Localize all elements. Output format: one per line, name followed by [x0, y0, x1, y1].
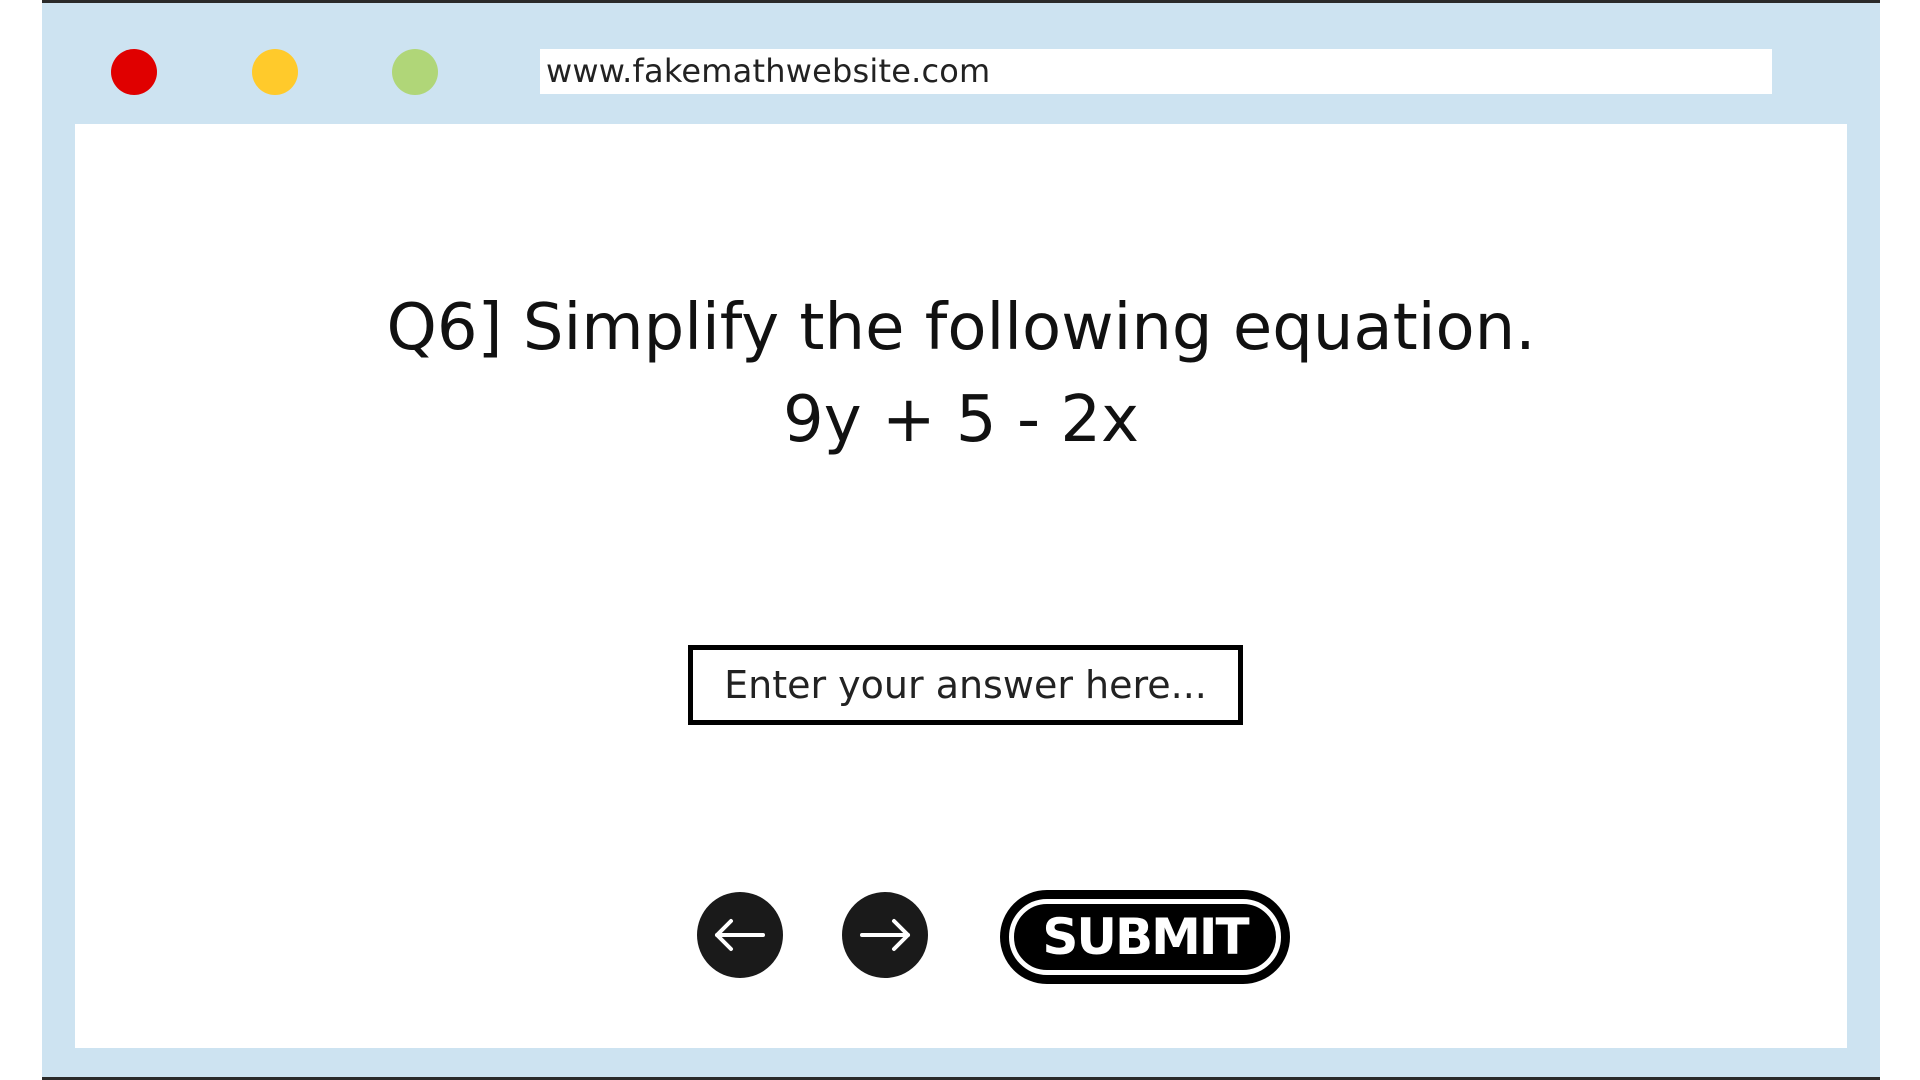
- maximize-dot-button[interactable]: [392, 49, 438, 95]
- question-title: Q6] Simplify the following equation.: [386, 291, 1536, 365]
- address-bar[interactable]: www.fakemathwebsite.com: [540, 49, 1772, 94]
- next-question-button[interactable]: [842, 892, 928, 978]
- question-expression: 9y + 5 - 2x: [783, 383, 1139, 457]
- question-block: Q6] Simplify the following equation. 9y …: [75, 282, 1847, 466]
- submit-button-label: SUBMIT: [1042, 908, 1249, 966]
- submit-button[interactable]: SUBMIT: [1000, 890, 1290, 984]
- close-dot-button[interactable]: [111, 49, 157, 95]
- minimize-dot-button[interactable]: [252, 49, 298, 95]
- page-content: Q6] Simplify the following equation. 9y …: [75, 124, 1847, 1048]
- arrow-left-icon: [715, 919, 765, 951]
- previous-question-button[interactable]: [697, 892, 783, 978]
- answer-input[interactable]: [688, 645, 1243, 725]
- browser-window: www.fakemathwebsite.com Q6] Simplify the…: [42, 3, 1880, 1077]
- arrow-right-icon: [860, 919, 910, 951]
